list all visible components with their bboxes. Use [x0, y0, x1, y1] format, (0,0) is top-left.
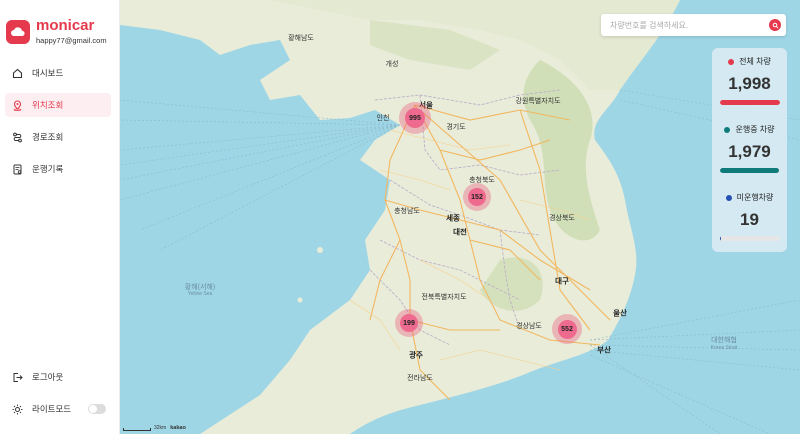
map-label-sejong: 세종 [446, 213, 460, 223]
map-label-ulsan: 울산 [613, 308, 627, 318]
map-label-daejeon: 대전 [453, 227, 467, 237]
map-label-incheon: 인천 [376, 115, 390, 122]
home-icon [12, 68, 23, 79]
vehicle-cluster[interactable]: 199 [395, 309, 423, 337]
map-scale: 32km kakao [123, 425, 186, 431]
scale-bar [123, 428, 151, 431]
map-label-gyeongnam: 경상남도 [516, 323, 542, 330]
stat-total: 전체 차량 1,998 [712, 56, 787, 105]
app-name: monicar [36, 17, 95, 34]
map-label-hwanghae: 황해남도 [288, 35, 314, 42]
map-label-gyeongbuk: 경상북도 [549, 215, 575, 222]
map-label-jeonbuk: 전북특별자치도 [421, 294, 467, 301]
stat-running: 운행중 차량 1,979 [712, 124, 787, 173]
cluster-count: 552 [557, 319, 577, 339]
nav-label: 경로조회 [32, 132, 64, 142]
stat-value: 1,979 [728, 142, 771, 161]
main-nav: 대시보드 위치조회 경로조회 운행기록 [5, 61, 111, 189]
total-dot-icon [728, 58, 735, 65]
map-label-korea-strait-en: Korea Strait [710, 345, 738, 351]
map-attribution: kakao [170, 425, 186, 431]
vehicle-cluster[interactable]: 152 [463, 183, 491, 211]
map-label-daegu: 대구 [555, 276, 569, 286]
logout-label: 로그아웃 [32, 372, 64, 382]
nav-label: 대시보드 [32, 68, 64, 78]
map-label-gyeonggi: 경기도 [446, 124, 466, 131]
vehicle-stats-panel: 전체 차량 1,998 운행중 차량 1,979 미운행차량 19 [712, 48, 787, 252]
vehicle-cluster[interactable]: 995 [399, 102, 431, 134]
map-pin-icon [12, 99, 23, 111]
vehicle-search-bar [601, 14, 786, 36]
bottom-nav: 로그아웃 라이트모드 [5, 365, 111, 429]
stat-bar [719, 100, 780, 105]
log-icon [12, 164, 23, 175]
stat-bar [719, 168, 780, 173]
vehicle-cluster[interactable]: 552 [552, 314, 582, 344]
search-button[interactable] [769, 19, 781, 31]
stat-label: 운행중 차량 [735, 125, 775, 134]
map-label-gangwon: 강원특별자치도 [515, 98, 561, 105]
map-label-korea-strait: 대한해협 [711, 337, 737, 344]
map-label-gwangju: 광주 [409, 350, 423, 360]
nav-item-location[interactable]: 위치조회 [5, 93, 111, 117]
map-label-gaeseong: 개성 [385, 61, 399, 68]
user-email: happy77@gmail.com [36, 36, 107, 45]
logout-button[interactable]: 로그아웃 [5, 365, 111, 389]
map-label-busan: 부산 [597, 345, 611, 355]
stat-bar-fill [719, 100, 780, 105]
nav-label: 운행기록 [32, 164, 64, 174]
brand[interactable]: monicar happy77@gmail.com [6, 18, 107, 45]
scale-label: 32km [154, 425, 167, 431]
logout-icon [12, 372, 23, 383]
map-label-chungnam: 충청남도 [394, 208, 420, 215]
stat-value: 1,998 [728, 74, 771, 93]
search-icon [772, 22, 778, 28]
sidebar: monicar happy77@gmail.com 대시보드 위치조회 경로조회 [0, 0, 120, 434]
stat-bar-fill [719, 236, 721, 241]
stat-value: 19 [740, 210, 759, 229]
map-label-jeonnam: 전라남도 [407, 375, 433, 382]
cloud-logo-icon [6, 19, 30, 44]
lightmode-label: 라이트모드 [32, 404, 72, 414]
stat-idle: 미운행차량 19 [712, 192, 787, 241]
sun-icon [12, 404, 23, 415]
lightmode-toggle[interactable] [88, 404, 106, 414]
map-view[interactable]: 황해남도 개성 서울 인천 경기도 강원특별자치도 충청북도 충청남도 경상북도… [120, 0, 800, 434]
cluster-count: 152 [468, 188, 486, 206]
vehicle-search-input[interactable] [610, 20, 769, 30]
stat-label: 미운행차량 [736, 193, 774, 202]
map-label-yellow-sea-en: Yellow Sea [187, 291, 213, 297]
running-dot-icon [724, 126, 731, 133]
idle-dot-icon [725, 194, 732, 201]
nav-label: 위치조회 [32, 100, 64, 110]
stat-bar [719, 236, 780, 241]
stat-label: 전체 차량 [739, 57, 771, 66]
nav-item-dashboard[interactable]: 대시보드 [5, 61, 111, 85]
nav-item-driving-log[interactable]: 운행기록 [5, 157, 111, 181]
route-icon [12, 132, 23, 143]
stat-bar-fill [719, 168, 779, 173]
cluster-count: 199 [400, 314, 418, 332]
cluster-count: 995 [405, 108, 425, 128]
lightmode-row: 라이트모드 [5, 397, 111, 421]
nav-item-route[interactable]: 경로조회 [5, 125, 111, 149]
